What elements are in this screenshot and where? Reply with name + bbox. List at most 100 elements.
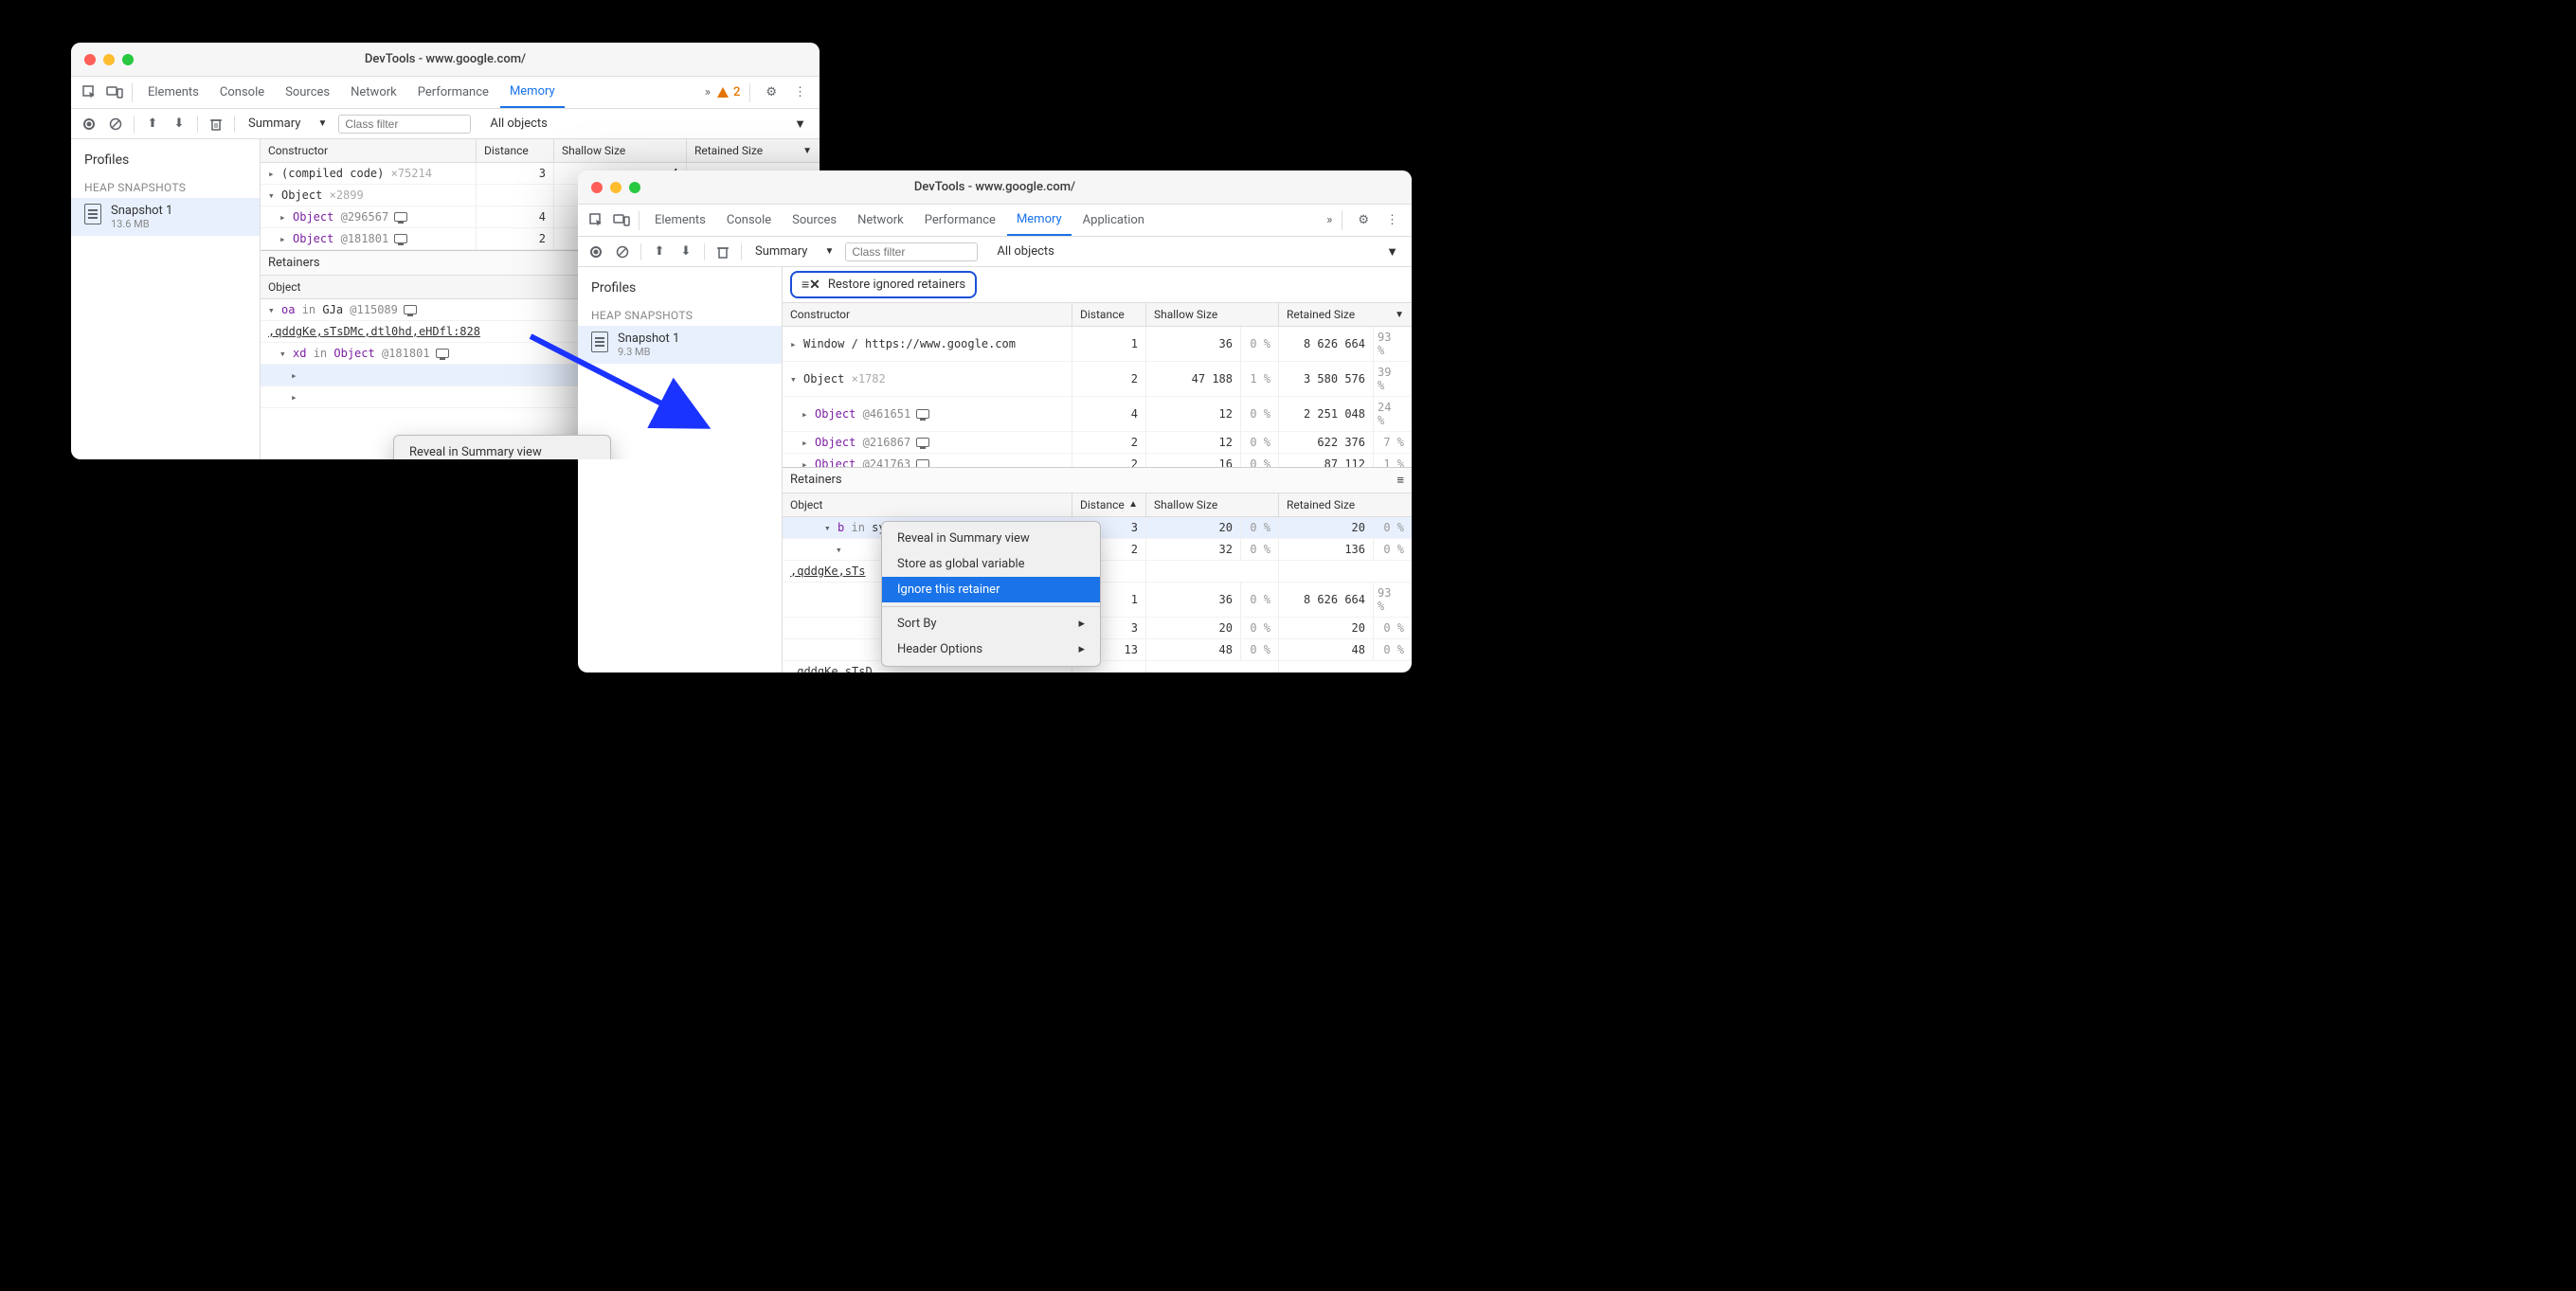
close-icon[interactable] (84, 54, 96, 65)
device-icon (394, 212, 407, 222)
retainers-heading: Retainers≡ (783, 467, 1412, 493)
device-icon[interactable] (103, 81, 126, 104)
sidebar: Profiles HEAP SNAPSHOTS Snapshot 1 13.6 … (71, 139, 261, 459)
gear-icon[interactable]: ⚙ (760, 85, 783, 99)
inspect-icon[interactable] (585, 209, 608, 232)
constructor-table-head: Constructor Distance Shallow Size Retain… (261, 139, 820, 163)
scope-dropdown[interactable]: All objects (991, 244, 1060, 259)
col-retained[interactable]: Retained Size▼ (687, 139, 820, 162)
tab-elements[interactable]: Elements (645, 205, 715, 236)
tab-console[interactable]: Console (210, 77, 274, 108)
scope-chevron-icon[interactable]: ▼ (1386, 244, 1398, 260)
menu-sort[interactable]: Sort By (882, 611, 1100, 637)
snapshot-item[interactable]: Snapshot 1 13.6 MB (71, 198, 260, 236)
menu-reveal[interactable]: Reveal in Summary view (394, 439, 610, 459)
device-icon[interactable] (610, 209, 633, 232)
col-shallow[interactable]: Shallow Size (1146, 303, 1279, 326)
memory-toolbar: ⬆ ⬇ Summary▼ All objects ▼ (578, 237, 1412, 267)
tab-network[interactable]: Network (341, 77, 406, 108)
col-shallow[interactable]: Shallow Size (554, 139, 687, 162)
collect-garbage-icon[interactable] (712, 242, 733, 262)
upload-icon[interactable]: ⬆ (142, 114, 163, 134)
table-row[interactable]: Object @2168672120 %622 3767 % (783, 432, 1412, 454)
restore-bar: ≡✕ Restore ignored retainers (783, 267, 1412, 303)
record-icon[interactable] (585, 242, 606, 262)
tab-console[interactable]: Console (717, 205, 781, 236)
snapshot-item[interactable]: Snapshot 1 9.3 MB (578, 326, 782, 364)
collect-garbage-icon[interactable] (206, 114, 226, 134)
col-distance[interactable]: Distance▲ (1072, 493, 1146, 516)
titlebar: DevTools - www.google.com/ (578, 170, 1412, 205)
col-object[interactable]: Object (783, 493, 1072, 516)
retainers-table-head: Object Distance▲ Shallow Size Retained S… (783, 493, 1412, 517)
col-distance[interactable]: Distance (477, 139, 554, 162)
snapshot-name: Snapshot 1 (111, 204, 172, 218)
tab-memory[interactable]: Memory (1007, 205, 1072, 236)
scope-dropdown[interactable]: All objects (484, 117, 553, 131)
record-icon[interactable] (79, 114, 99, 134)
tab-application[interactable]: Application (1073, 205, 1154, 236)
tab-memory[interactable]: Memory (500, 77, 565, 108)
snapshot-name: Snapshot 1 (618, 332, 679, 346)
menu-store[interactable]: Store as global variable (882, 551, 1100, 577)
class-filter-input[interactable] (845, 242, 978, 261)
devtools-window-right: DevTools - www.google.com/ Elements Cons… (578, 170, 1412, 672)
sidebar-heap-heading: HEAP SNAPSHOTS (71, 173, 260, 198)
snapshot-size: 9.3 MB (618, 346, 679, 358)
download-icon[interactable]: ⬇ (676, 242, 696, 262)
maximize-icon[interactable] (629, 182, 640, 193)
more-tabs-icon[interactable]: » (705, 85, 711, 99)
kebab-icon[interactable]: ⋮ (788, 85, 812, 99)
view-dropdown[interactable]: Summary▼ (749, 244, 839, 259)
download-icon[interactable]: ⬇ (169, 114, 189, 134)
tab-performance[interactable]: Performance (915, 205, 1005, 236)
class-filter-input[interactable] (338, 115, 471, 134)
col-retained[interactable]: Retained Size (1279, 493, 1412, 516)
snapshot-icon (591, 332, 608, 352)
tab-sources[interactable]: Sources (276, 77, 339, 108)
menu-header[interactable]: Header Options (882, 637, 1100, 662)
snapshot-size: 13.6 MB (111, 218, 172, 230)
snapshot-icon (84, 204, 101, 224)
sidebar: Profiles HEAP SNAPSHOTS Snapshot 1 9.3 M… (578, 267, 783, 672)
table-row[interactable]: Object ×1782247 1881 %3 580 57639 % (783, 362, 1412, 397)
window-title: DevTools - www.google.com/ (578, 180, 1412, 194)
tab-performance[interactable]: Performance (408, 77, 498, 108)
menu-reveal[interactable]: Reveal in Summary view (882, 526, 1100, 551)
gear-icon[interactable]: ⚙ (1352, 213, 1375, 227)
restore-icon: ≡✕ (802, 277, 820, 293)
menu-ignore-retainer[interactable]: Ignore this retainer (882, 577, 1100, 602)
table-row[interactable]: Object @4616514120 %2 251 04824 % (783, 397, 1412, 432)
menu-icon[interactable]: ≡ (1396, 473, 1404, 488)
clear-icon[interactable] (105, 114, 126, 134)
tab-elements[interactable]: Elements (138, 77, 208, 108)
warning-badge[interactable]: 2 (716, 85, 740, 99)
upload-icon[interactable]: ⬆ (649, 242, 670, 262)
constructor-table-head: Constructor Distance Shallow Size Retain… (783, 303, 1412, 327)
view-dropdown[interactable]: Summary▼ (243, 117, 333, 131)
col-constructor[interactable]: Constructor (261, 139, 477, 162)
minimize-icon[interactable] (610, 182, 621, 193)
restore-ignored-retainers-button[interactable]: ≡✕ Restore ignored retainers (790, 271, 977, 298)
scope-chevron-icon[interactable]: ▼ (794, 117, 806, 132)
tab-network[interactable]: Network (848, 205, 913, 236)
more-tabs-icon[interactable]: » (1326, 213, 1332, 227)
sidebar-profiles-heading: Profiles (71, 147, 260, 173)
clear-icon[interactable] (612, 242, 633, 262)
table-row[interactable]: Window / https://www.google.com1360 %8 6… (783, 327, 1412, 362)
table-row[interactable]: Object @2417632160 %87 1121 % (783, 454, 1412, 467)
inspect-icon[interactable] (79, 81, 101, 104)
col-retained[interactable]: Retained Size▼ (1279, 303, 1412, 326)
constructor-table-body: Window / https://www.google.com1360 %8 6… (783, 327, 1412, 467)
tab-bar: Elements Console Sources Network Perform… (71, 77, 820, 109)
maximize-icon[interactable] (122, 54, 134, 65)
col-distance[interactable]: Distance (1072, 303, 1146, 326)
col-constructor[interactable]: Constructor (783, 303, 1072, 326)
sidebar-profiles-heading: Profiles (578, 275, 782, 301)
tab-sources[interactable]: Sources (783, 205, 846, 236)
window-title: DevTools - www.google.com/ (71, 52, 820, 66)
kebab-icon[interactable]: ⋮ (1380, 213, 1404, 227)
col-shallow[interactable]: Shallow Size (1146, 493, 1279, 516)
minimize-icon[interactable] (103, 54, 115, 65)
close-icon[interactable] (591, 182, 603, 193)
